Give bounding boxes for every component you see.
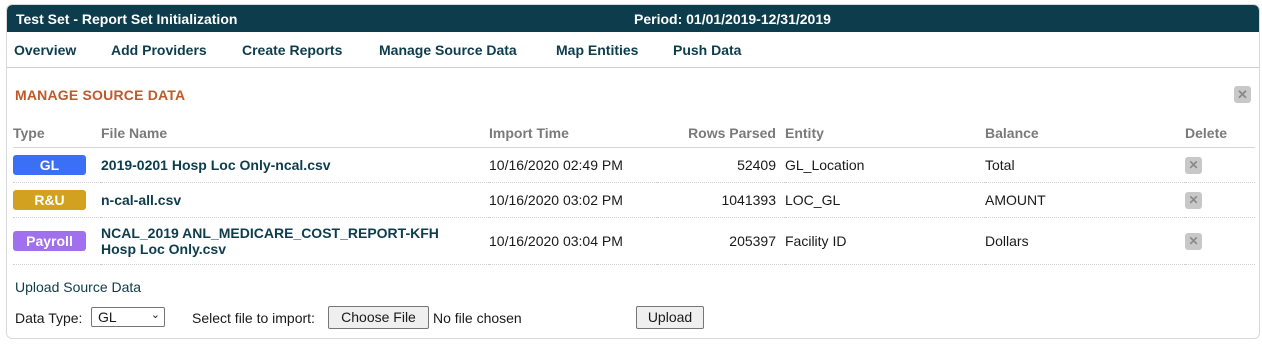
balance: Dollars: [985, 217, 1185, 265]
col-type: Type: [13, 119, 101, 148]
balance: Total: [985, 147, 1185, 183]
col-rows-parsed: Rows Parsed: [657, 119, 785, 148]
table-row: GL 2019-0201 Hosp Loc Only-ncal.csv 10/1…: [13, 147, 1255, 183]
data-type-label: Data Type:: [15, 310, 83, 326]
delete-icon[interactable]: ✕: [1185, 157, 1202, 174]
type-badge: R&U: [13, 190, 86, 210]
report-set-panel: Test Set - Report Set Initialization Per…: [6, 4, 1260, 339]
table-row: Payroll NCAL_2019 ANL_MEDICARE_COST_REPO…: [13, 217, 1255, 265]
delete-icon[interactable]: ✕: [1185, 233, 1202, 250]
report-set-title: Test Set - Report Set Initialization: [16, 11, 238, 27]
source-data-table: Type File Name Import Time Rows Parsed E…: [13, 119, 1255, 265]
entity: Facility ID: [785, 217, 985, 265]
col-import-time: Import Time: [489, 119, 657, 148]
rows-parsed: 52409: [657, 147, 785, 183]
section-title: MANAGE SOURCE DATA: [15, 87, 186, 103]
table-header-row: Type File Name Import Time Rows Parsed E…: [13, 119, 1255, 148]
nav-map-entities[interactable]: Map Entities: [556, 42, 638, 58]
nav-manage-source-data[interactable]: Manage Source Data: [379, 42, 517, 58]
type-badge: GL: [13, 155, 86, 175]
file-name: n-cal-all.csv: [101, 182, 489, 218]
table-row: R&U n-cal-all.csv 10/16/2020 03:02 PM 10…: [13, 182, 1255, 218]
col-entity: Entity: [785, 119, 985, 148]
type-badge: Payroll: [13, 231, 86, 251]
nav-push-data[interactable]: Push Data: [673, 42, 741, 58]
balance: AMOUNT: [985, 182, 1185, 218]
file-select-label: Select file to import:: [192, 310, 315, 326]
entity: LOC_GL: [785, 182, 985, 218]
nav-create-reports[interactable]: Create Reports: [242, 42, 342, 58]
col-file-name: File Name: [101, 119, 489, 148]
upload-button[interactable]: Upload: [636, 306, 704, 329]
no-file-chosen-text: No file chosen: [433, 310, 522, 326]
nav-overview[interactable]: Overview: [14, 42, 76, 58]
data-type-value: GL: [98, 309, 117, 325]
delete-icon[interactable]: ✕: [1185, 192, 1202, 209]
rows-parsed: 205397: [657, 217, 785, 265]
choose-file-button[interactable]: Choose File: [328, 306, 429, 329]
col-balance: Balance: [985, 119, 1185, 148]
nav-bar: Overview Add Providers Create Reports Ma…: [7, 32, 1259, 68]
period-label: Period: 01/01/2019-12/31/2019: [634, 11, 831, 27]
import-time: 10/16/2020 03:02 PM: [489, 182, 657, 218]
title-bar: Test Set - Report Set Initialization Per…: [7, 5, 1259, 32]
col-delete: Delete: [1185, 119, 1255, 148]
import-time: 10/16/2020 03:04 PM: [489, 217, 657, 265]
chevron-down-icon: ⌄: [150, 309, 160, 321]
nav-add-providers[interactable]: Add Providers: [111, 42, 207, 58]
file-name: NCAL_2019 ANL_MEDICARE_COST_REPORT-KFH H…: [101, 217, 489, 265]
upload-section-title: Upload Source Data: [15, 279, 142, 295]
data-type-select[interactable]: GL ⌄: [91, 307, 165, 327]
entity: GL_Location: [785, 147, 985, 183]
close-icon[interactable]: ✕: [1234, 86, 1251, 103]
rows-parsed: 1041393: [657, 182, 785, 218]
import-time: 10/16/2020 02:49 PM: [489, 147, 657, 183]
file-name: 2019-0201 Hosp Loc Only-ncal.csv: [101, 147, 489, 183]
